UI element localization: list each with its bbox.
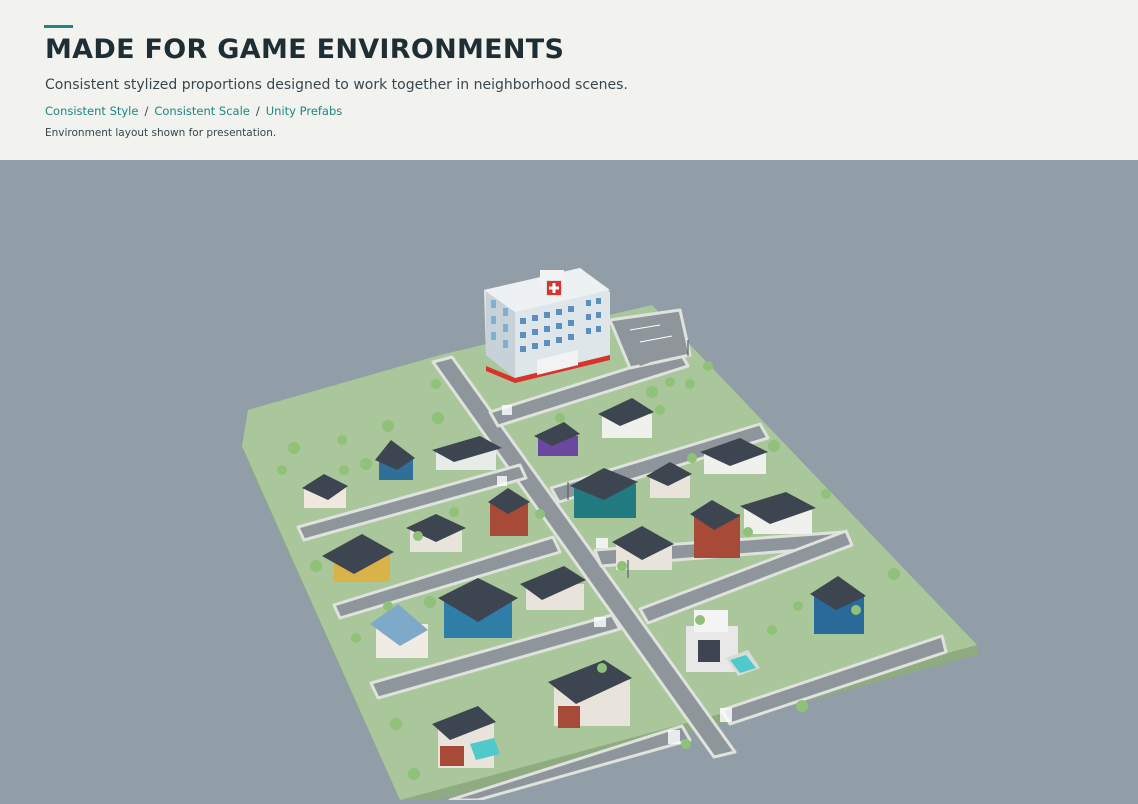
neighborhood-scene [0,160,1138,802]
tag-unity-prefabs: Unity Prefabs [265,104,343,118]
feature-tags: Consistent Style / Consistent Scale / Unity … [45,104,342,118]
tag-consistent-scale: Consistent Scale [154,104,250,118]
tag-separator: / [255,104,260,118]
title-accent-bar [44,25,73,28]
red-cross-sign [547,281,561,295]
page-title: MADE FOR GAME ENVIRONMENTS [45,34,565,65]
neighborhood-scene-image [242,268,977,802]
page-subtitle: Consistent stylized proportions designed… [45,77,628,93]
presentation-caption: Environment layout shown for presentatio… [45,127,277,139]
tag-consistent-style: Consistent Style [45,104,139,118]
tag-separator: / [144,104,149,118]
header-panel: MADE FOR GAME ENVIRONMENTS Consistent st… [0,0,1138,160]
